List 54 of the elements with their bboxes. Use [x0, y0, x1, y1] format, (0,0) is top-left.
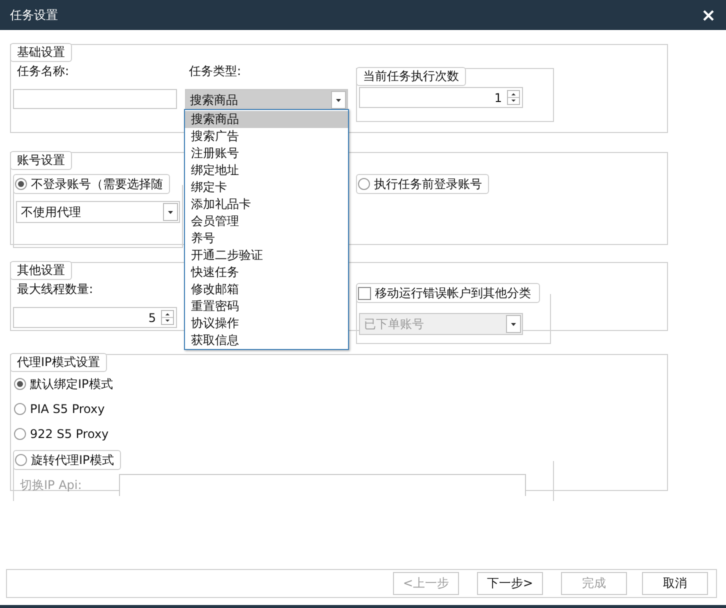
dropdown-option[interactable]: 绑定卡	[185, 179, 348, 196]
group-title: 账号设置	[10, 151, 72, 170]
dropdown-option[interactable]: 快速任务	[185, 264, 348, 281]
dropdown-option[interactable]: 搜索广告	[185, 128, 348, 145]
spin-buttons[interactable]	[161, 310, 174, 325]
number-field[interactable]: 1	[359, 87, 523, 108]
radio-option[interactable]: 执行任务前登录账号	[356, 174, 489, 194]
field-label: 任务类型:	[189, 63, 242, 79]
checkbox-option[interactable]: 移动运行错误帐户到其他分类	[356, 283, 540, 303]
dropdown-option[interactable]: 开通二步验证	[185, 247, 348, 264]
dropdown-option[interactable]: 养号	[185, 230, 348, 247]
radio-option[interactable]: 922 S5 Proxy	[14, 425, 109, 443]
checkbox[interactable]	[358, 286, 371, 300]
dialog-button[interactable]: 下一步>	[477, 572, 543, 595]
radio-circle[interactable]	[15, 454, 27, 466]
input-field[interactable]	[13, 89, 177, 109]
radio-circle[interactable]	[14, 428, 26, 440]
group-title: 基础设置	[10, 43, 72, 62]
dialog-button[interactable]: 取消	[642, 572, 708, 595]
dropdown-option[interactable]: 修改邮箱	[185, 281, 348, 298]
field-label: 任务名称:	[17, 63, 70, 79]
dropdown-option[interactable]: 重置密码	[185, 298, 348, 315]
caret-icon	[168, 210, 173, 214]
radio-circle[interactable]	[14, 403, 26, 415]
input-field[interactable]	[119, 474, 526, 496]
radio-circle[interactable]	[15, 178, 27, 190]
dropdown-arrow-button[interactable]	[163, 203, 178, 221]
group-title: 当前任务执行次数	[356, 67, 466, 86]
radio-option[interactable]: PIA S5 Proxy	[14, 400, 105, 418]
dropdown-option[interactable]: 会员管理	[185, 213, 348, 230]
dropdown-option[interactable]: 协议操作	[185, 315, 348, 332]
close-icon[interactable]	[703, 10, 714, 20]
group-title: 代理IP模式设置	[10, 353, 107, 372]
number-field[interactable]: 5	[13, 307, 177, 328]
field-label: 切换IP Api:	[20, 477, 83, 494]
caret-icon	[511, 322, 516, 326]
spin-buttons[interactable]	[507, 90, 520, 105]
radio-option[interactable]: 不登录账号（需要选择随	[13, 174, 170, 194]
caret-icon	[336, 98, 341, 102]
dropdown-option[interactable]: 搜索商品	[185, 111, 348, 128]
radio-circle[interactable]	[358, 178, 370, 190]
dropdown-option[interactable]: 获取信息	[185, 332, 348, 349]
field-label: 最大线程数量:	[17, 281, 94, 297]
radio-circle[interactable]	[14, 378, 26, 390]
window-title: 任务设置	[10, 6, 58, 24]
dropdown-option[interactable]: 添加礼品卡	[185, 196, 348, 213]
dropdown[interactable]: 不使用代理	[16, 201, 180, 223]
dropdown-arrow-button[interactable]	[331, 91, 346, 109]
dropdown-option[interactable]: 注册账号	[185, 145, 348, 162]
radio-option[interactable]: 旋转代理IP模式	[13, 450, 121, 470]
dropdown-option[interactable]: 绑定地址	[185, 162, 348, 179]
radio-option[interactable]: 默认绑定IP模式	[14, 375, 113, 393]
dropdown[interactable]: 搜索商品	[185, 89, 348, 111]
group-title: 其他设置	[10, 261, 72, 280]
